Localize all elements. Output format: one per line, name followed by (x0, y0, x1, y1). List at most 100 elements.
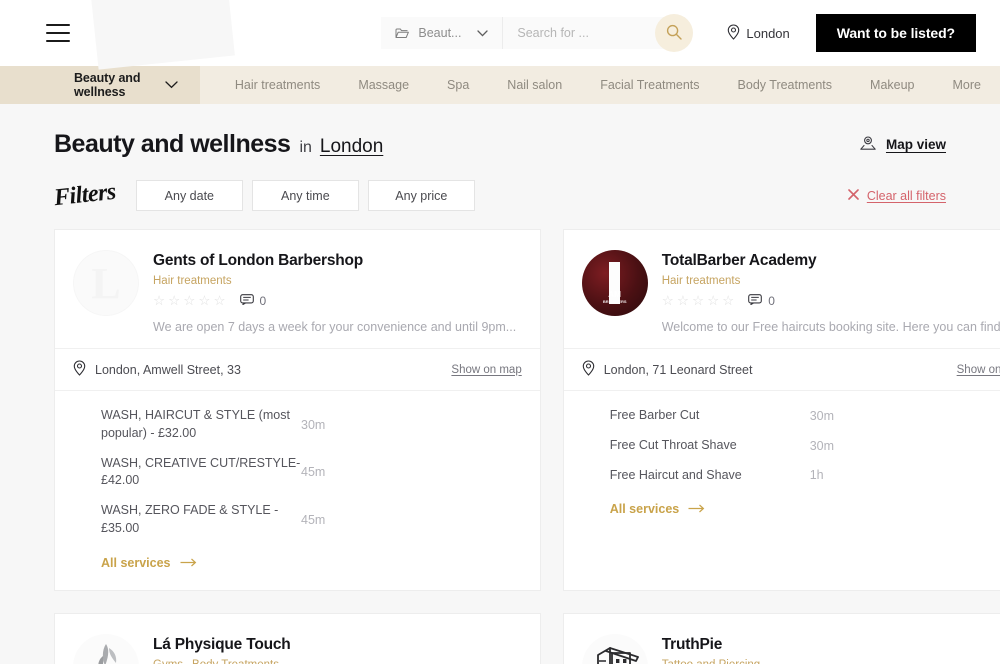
category-tag[interactable]: Hair treatments (153, 275, 232, 287)
filter-chip-any-time[interactable]: Any time (251, 180, 359, 211)
show-on-map-link[interactable]: Show on map (957, 364, 1000, 376)
site-logo[interactable]: BookING page (39, 0, 235, 70)
nav-item-spa[interactable]: Spa (428, 66, 488, 104)
star-rating: ☆ ☆ ☆ ☆ ☆ (662, 294, 735, 308)
avatar: L (73, 250, 139, 316)
business-name[interactable]: TotalBarber Academy (662, 252, 1000, 270)
review-count: 0 (259, 294, 267, 308)
site-header: BookING page Beaut... (0, 0, 1000, 70)
star-icon: ☆ (722, 293, 735, 309)
all-services-label: All services (609, 502, 680, 517)
service-row[interactable]: WASH, ZERO FADE & STYLE - £35.00 45m (101, 502, 522, 538)
category-tag[interactable]: Gyms (153, 659, 183, 664)
nav-item-body-treatments[interactable]: Body Treatments (719, 66, 852, 104)
building-icon (586, 639, 644, 664)
chevron-down-icon (165, 78, 178, 92)
category-tags: Hair treatments (153, 275, 522, 287)
search-field-wrap (503, 14, 694, 52)
service-duration: 30m (809, 438, 835, 453)
nav-item-nail-salon[interactable]: Nail salon (488, 66, 581, 104)
service-row[interactable]: Free Cut Throat Shave 30m (610, 437, 1000, 455)
page-title-city-link[interactable]: London (320, 136, 383, 158)
service-name: WASH, CREATIVE CUT/RESTYLE- £42.00 (101, 455, 301, 488)
service-duration: 30m (809, 408, 835, 423)
review-count: 0 (768, 294, 775, 308)
card-info: TotalBarber Academy Hair treatments ☆ ☆ … (662, 250, 1000, 334)
all-services-link[interactable]: All services (610, 502, 706, 516)
leaf-logo-icon (76, 636, 136, 664)
show-on-map-link[interactable]: Show on map (451, 364, 521, 376)
category-tag[interactable]: Tattoo and Piercing (662, 659, 760, 664)
page-title-in: in (299, 139, 312, 156)
category-tags: Gyms Body Treatments (153, 659, 522, 664)
all-services-link[interactable]: All services (101, 556, 197, 570)
hamburger-icon[interactable] (46, 24, 70, 42)
card-info: Gents of London Barbershop Hair treatmen… (153, 250, 522, 334)
avatar-letter: AM BR ANDERS (602, 290, 627, 304)
want-to-be-listed-button[interactable]: Want to be listed? (815, 14, 976, 52)
business-card[interactable]: AM BR ANDERS TotalBarber Academy Hair tr… (562, 229, 1000, 591)
category-tag[interactable]: Hair treatments (662, 275, 741, 287)
avatar (581, 633, 648, 664)
close-x-icon (848, 188, 859, 203)
business-card[interactable]: Lá Physique Touch Gyms Body Treatments ★… (54, 612, 541, 664)
header-controls: Beaut... London Want to be listed? (381, 14, 976, 52)
category-select[interactable]: Beaut... (381, 17, 504, 49)
nav-item-facial-treatments[interactable]: Facial Treatments (581, 66, 718, 104)
comment-icon (748, 294, 763, 308)
nav-item-massage[interactable]: Massage (339, 66, 428, 104)
business-card[interactable]: TruthPie Tattoo and Piercing ★ ★ ★ ★ ★ (562, 612, 1000, 664)
nav-item-more[interactable]: More (934, 66, 1000, 104)
search-input[interactable] (517, 26, 672, 40)
city-selector[interactable]: London (727, 23, 790, 43)
service-row[interactable]: Free Barber Cut 30m (610, 407, 1000, 425)
nav-primary-beauty-and-wellness[interactable]: Beauty and wellness (0, 66, 200, 104)
nav-primary-label: Beauty and wellness (74, 71, 141, 99)
service-duration: 45m (301, 465, 326, 480)
page-title-row: Beauty and wellness in London Map view (54, 104, 946, 159)
business-name[interactable]: Lá Physique Touch (153, 636, 522, 654)
clear-all-filters-label: Clear all filters (866, 188, 946, 203)
service-name: Free Haircut and Shave (609, 467, 742, 482)
business-name[interactable]: TruthPie (662, 636, 1000, 654)
services-list: WASH, HAIRCUT & STYLE (most popular) - £… (55, 390, 540, 590)
page-title: Beauty and wellness (54, 130, 291, 158)
business-card[interactable]: L Gents of London Barbershop Hair treatm… (54, 229, 541, 591)
category-tag[interactable]: Body Treatments (192, 659, 279, 664)
city-label: London (746, 25, 790, 41)
service-duration: 45m (301, 512, 326, 527)
star-rating: ☆ ☆ ☆ ☆ ☆ (153, 294, 226, 308)
map-pin-icon (859, 134, 877, 155)
business-name[interactable]: Gents of London Barbershop (153, 252, 522, 270)
filter-chip-any-date[interactable]: Any date (135, 180, 243, 211)
service-duration: 1h (809, 468, 824, 483)
comment-icon (239, 294, 254, 308)
page-body: Beauty and wellness in London Map view F… (0, 104, 1000, 664)
review-count-group: 0 (748, 294, 775, 308)
star-icon: ☆ (213, 293, 226, 309)
nav-item-hair-treatments[interactable]: Hair treatments (216, 66, 339, 104)
filters-row: Filters Any date Any time Any price Clea… (53, 179, 946, 211)
service-row[interactable]: WASH, HAIRCUT & STYLE (most popular) - £… (101, 407, 522, 443)
nav-item-makeup[interactable]: Makeup (851, 66, 933, 104)
service-name: WASH, HAIRCUT & STYLE (most popular) - £… (101, 408, 290, 440)
search-bar: Beaut... (381, 14, 694, 52)
service-name: WASH, ZERO FADE & STYLE - £35.00 (101, 503, 279, 535)
map-view-button[interactable]: Map view (859, 134, 946, 155)
service-name: Free Barber Cut (609, 408, 700, 422)
star-icon: ☆ (707, 293, 720, 309)
service-row[interactable]: Free Haircut and Shave 1h (610, 467, 1000, 485)
clear-all-filters-button[interactable]: Clear all filters (848, 189, 946, 203)
card-header: L Gents of London Barbershop Hair treatm… (55, 230, 540, 348)
nav-items: Hair treatments Massage Spa Nail salon F… (200, 66, 1000, 104)
rating-row: ☆ ☆ ☆ ☆ ☆ 0 (662, 294, 1000, 308)
search-button[interactable] (655, 14, 694, 52)
card-header: Lá Physique Touch Gyms Body Treatments ★… (55, 614, 540, 664)
star-icon: ☆ (198, 293, 211, 309)
star-icon: ☆ (183, 293, 196, 309)
filter-chip-any-price[interactable]: Any price (367, 180, 475, 211)
arrow-right-icon (688, 502, 705, 516)
service-row[interactable]: WASH, CREATIVE CUT/RESTYLE- £42.00 45m (101, 455, 522, 491)
folder-icon (395, 28, 410, 39)
location-pin-icon (727, 23, 740, 43)
